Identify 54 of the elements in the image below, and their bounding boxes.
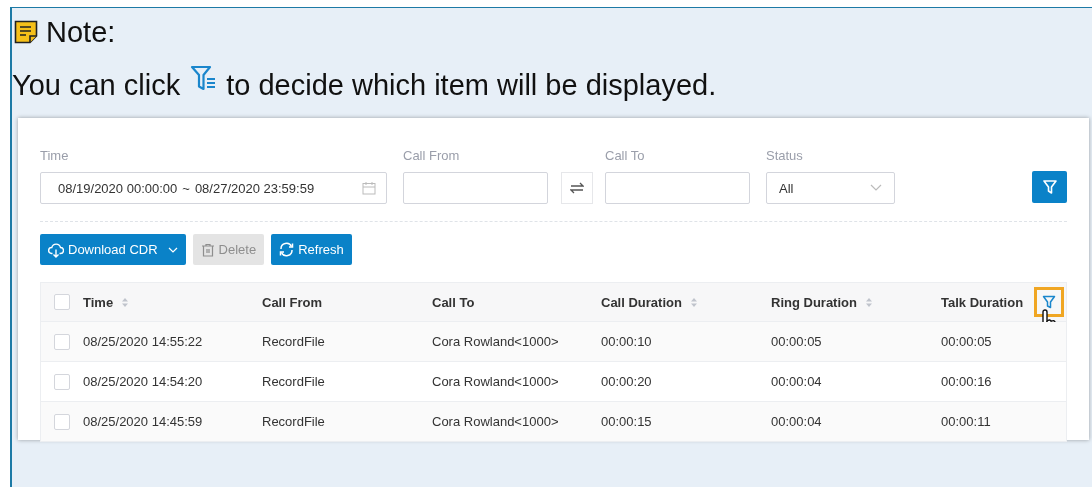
checkbox[interactable] <box>54 413 70 430</box>
filter-icon <box>1041 179 1058 195</box>
table-cell: Cora Rowland<1000> <box>432 374 559 389</box>
table-cell: Cora Rowland<1000> <box>432 334 559 349</box>
chevron-down-icon <box>167 246 178 253</box>
table-cell: 08/25/2020 14:55:22 <box>83 334 203 349</box>
table-cell: RecordFile <box>262 334 325 349</box>
table-cell: RecordFile <box>262 414 325 429</box>
table-cell: RecordFile <box>262 374 325 389</box>
field-label: Status <box>766 148 804 163</box>
note-text: You can click <box>12 68 181 102</box>
column-header[interactable]: Time <box>83 294 114 310</box>
table-cell: 08/25/2020 14:45:59 <box>83 414 203 429</box>
text-field[interactable] <box>403 172 548 204</box>
download-button[interactable]: Download CDR <box>40 234 186 265</box>
table-cell: 00:00:04 <box>771 374 822 389</box>
column-header[interactable]: Ring Duration <box>771 294 857 310</box>
filter-icon <box>1042 295 1056 309</box>
checkbox[interactable] <box>54 373 70 390</box>
note-icon <box>14 20 38 44</box>
note-title: Note: <box>46 15 116 49</box>
filter-list-icon <box>190 64 217 92</box>
checkbox[interactable] <box>54 333 70 350</box>
table-cell: 00:00:10 <box>601 334 652 349</box>
refresh-icon <box>279 242 295 257</box>
trash-icon <box>200 242 215 257</box>
table-cell: 08/25/2020 14:54:20 <box>83 374 203 389</box>
table-cell: 00:00:05 <box>941 334 992 349</box>
column-header[interactable]: Talk Duration <box>941 294 1024 310</box>
table-cell: 00:00:20 <box>601 374 652 389</box>
status-dropdown[interactable]: All <box>766 172 895 204</box>
swap-button[interactable] <box>561 172 593 204</box>
field-label: Call From <box>403 148 461 163</box>
date-range-field[interactable]: 08/19/2020 00:00:00 ~ 08/27/2020 23:59:59 <box>40 172 387 204</box>
note-text: to decide which item will be displayed. <box>226 68 717 102</box>
table-cell: 00:00:16 <box>941 374 992 389</box>
column-header[interactable]: Call To <box>432 294 475 310</box>
table-cell: 00:00:11 <box>941 414 991 429</box>
table-cell: 00:00:15 <box>601 414 652 429</box>
refresh-button[interactable]: Refresh <box>271 234 352 265</box>
field-label: Call To <box>605 148 646 163</box>
field-label: Time <box>40 148 70 163</box>
column-header[interactable]: Call Duration <box>601 294 682 310</box>
text-field[interactable] <box>605 172 750 204</box>
table-cell: 00:00:05 <box>771 334 822 349</box>
column-header[interactable]: Call From <box>262 294 322 310</box>
checkbox[interactable] <box>54 294 70 310</box>
filter-button[interactable] <box>1032 171 1067 203</box>
calendar-icon <box>362 181 376 195</box>
table-cell: 00:00:04 <box>771 414 822 429</box>
swap-icon <box>570 182 584 194</box>
table-cell: Cora Rowland<1000> <box>432 414 559 429</box>
chevron-down-icon <box>870 184 882 192</box>
cloud-download-icon <box>48 241 64 258</box>
